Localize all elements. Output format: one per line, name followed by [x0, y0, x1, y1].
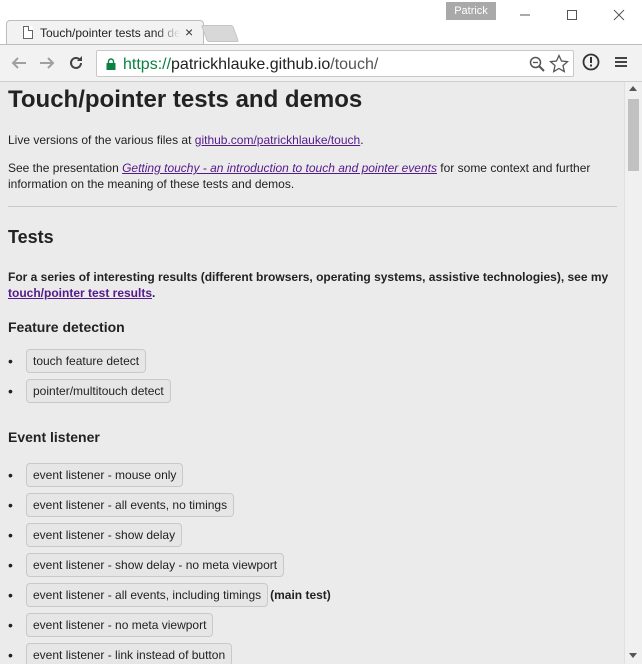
tab-title: Touch/pointer tests and demos: [40, 26, 180, 40]
extension-info-icon[interactable]: [582, 53, 600, 71]
main-test-note: (main test): [270, 588, 331, 602]
presentation-paragraph: See the presentation Getting touchy - an…: [8, 160, 616, 192]
list-item: event listener - link instead of button: [8, 643, 616, 664]
test-button[interactable]: pointer/multitouch detect: [26, 379, 171, 403]
vertical-scrollbar[interactable]: [624, 82, 642, 664]
reload-button[interactable]: [66, 53, 86, 73]
scroll-up-icon[interactable]: [629, 86, 637, 91]
test-button[interactable]: event listener - show delay - no meta vi…: [26, 553, 285, 577]
intro-paragraph: Live versions of the various files at gi…: [8, 132, 616, 148]
scrollbar-thumb[interactable]: [628, 99, 639, 171]
test-button[interactable]: touch feature detect: [26, 349, 147, 373]
list-item: event listener - show delay - no meta vi…: [8, 553, 616, 583]
browser-toolbar: https://patrickhlauke.github.io/touch/: [0, 44, 642, 82]
page-title: Touch/pointer tests and demos: [8, 86, 363, 113]
results-end: .: [152, 286, 156, 300]
test-button[interactable]: event listener - all events, including t…: [26, 583, 269, 607]
feature-list: touch feature detect pointer/multitouch …: [8, 349, 616, 409]
list-item: event listener - all events, no timings: [8, 493, 616, 523]
url-scheme: https://: [123, 56, 172, 73]
list-item: event listener - no meta viewport: [8, 613, 616, 643]
close-icon: [613, 9, 625, 21]
new-tab-button[interactable]: [200, 25, 240, 42]
forward-button[interactable]: [37, 53, 57, 73]
back-button[interactable]: [9, 53, 29, 73]
event-list: event listener - mouse only event listen…: [8, 463, 616, 664]
url-path: /touch/: [330, 56, 379, 73]
tests-heading: Tests: [8, 227, 54, 247]
tab-active[interactable]: Touch/pointer tests and demos ×: [6, 20, 204, 45]
page-icon: [23, 26, 33, 39]
minimize-icon: [520, 14, 530, 16]
list-item: touch feature detect: [8, 349, 616, 379]
page-viewport: Touch/pointer tests and demos Live versi…: [0, 82, 624, 664]
results-text: For a series of interesting results (dif…: [8, 270, 609, 284]
divider: [8, 206, 617, 207]
intro-text: Live versions of the various files at: [8, 133, 195, 147]
close-window-button[interactable]: [596, 0, 642, 30]
results-link[interactable]: touch/pointer test results: [8, 286, 152, 300]
test-button[interactable]: event listener - show delay: [26, 523, 183, 547]
results-paragraph: For a series of interesting results (dif…: [8, 269, 616, 301]
tab-close-icon[interactable]: ×: [185, 24, 193, 40]
bookmark-star-icon[interactable]: [549, 54, 569, 74]
back-arrow-icon: [11, 57, 26, 69]
intro-end: .: [360, 133, 364, 147]
url-host: patrickhlauke.github.io: [171, 56, 331, 73]
page-content: Touch/pointer tests and demos Live versi…: [0, 82, 624, 664]
test-button[interactable]: event listener - no meta viewport: [26, 613, 214, 637]
scroll-down-icon[interactable]: [629, 653, 637, 658]
list-item: event listener - mouse only: [8, 463, 616, 493]
list-item: event listener - show delay: [8, 523, 616, 553]
maximize-button[interactable]: [549, 0, 595, 30]
presentation-link[interactable]: Getting touchy - an introduction to touc…: [122, 161, 437, 175]
forward-arrow-icon: [40, 57, 55, 69]
test-button[interactable]: event listener - all events, no timings: [26, 493, 235, 517]
github-link[interactable]: github.com/patrickhlauke/touch: [195, 133, 360, 147]
address-bar[interactable]: https://patrickhlauke.github.io/touch/: [96, 50, 574, 77]
list-item: pointer/multitouch detect: [8, 379, 616, 409]
menu-icon[interactable]: [614, 55, 628, 71]
zoom-icon[interactable]: [529, 56, 545, 72]
test-button[interactable]: event listener - link instead of button: [26, 643, 233, 664]
test-button[interactable]: event listener - mouse only: [26, 463, 184, 487]
title-bar: Patrick Touch/pointer tests and demos ×: [0, 0, 642, 45]
minimize-button[interactable]: [502, 0, 548, 30]
feature-detection-heading: Feature detection: [8, 319, 125, 335]
maximize-icon: [567, 10, 577, 20]
reload-icon: [70, 56, 82, 69]
lock-icon: [106, 58, 116, 70]
presentation-text: See the presentation: [8, 161, 123, 175]
url-text: https://patrickhlauke.github.io/touch/: [123, 56, 378, 74]
profile-badge[interactable]: Patrick: [446, 2, 496, 20]
list-item: event listener - all events, including t…: [8, 583, 616, 613]
event-listener-heading: Event listener: [8, 429, 100, 445]
